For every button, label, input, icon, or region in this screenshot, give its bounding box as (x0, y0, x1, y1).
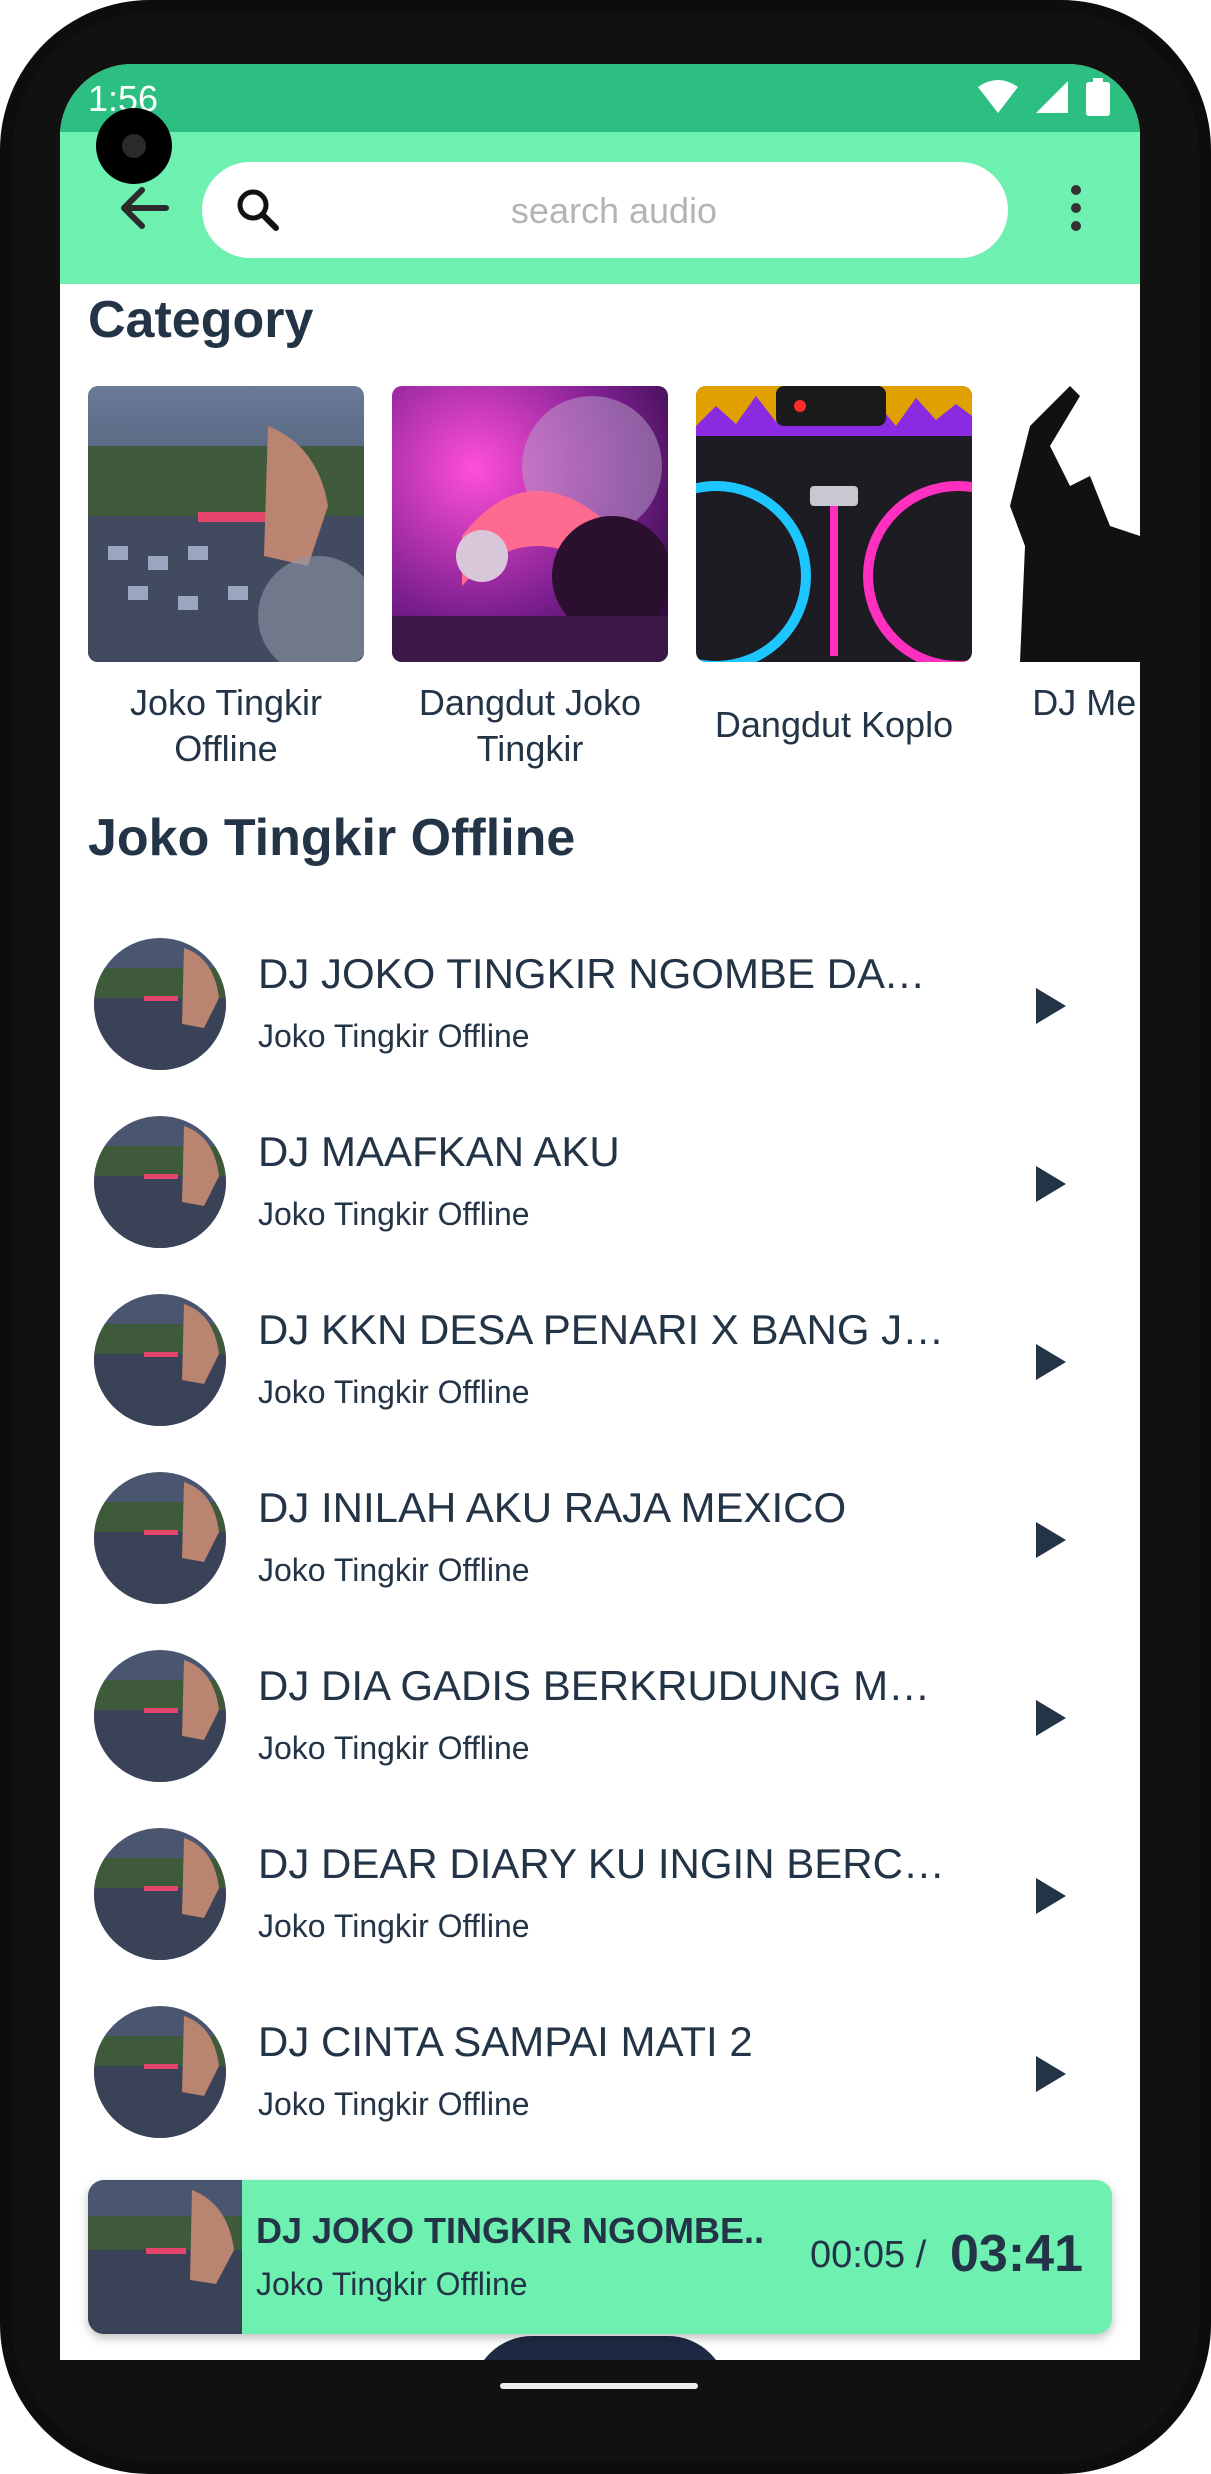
more-vert-icon[interactable] (1056, 176, 1096, 240)
app-screen: 1:56 Category (60, 64, 1140, 2360)
song-row[interactable]: DJ JOKO TINGKIR NGOMBE DAWET Joko Tingki… (60, 918, 1140, 1096)
category-label: Dangdut Joko Tingkir (418, 682, 642, 769)
song-thumbnail (94, 2006, 226, 2138)
app-bar (60, 132, 1140, 284)
category-image (392, 386, 668, 662)
play-icon[interactable] (1020, 1334, 1076, 1390)
song-thumbnail (94, 1472, 226, 1604)
mini-player-thumbnail (88, 2180, 242, 2334)
song-row[interactable]: DJ DIA GADIS BERKRUDUNG MER... Joko Ting… (60, 1630, 1140, 1808)
category-image (1000, 386, 1140, 662)
play-icon[interactable] (1020, 2046, 1076, 2102)
song-title: DJ INILAH AKU RAJA MEXICO (258, 1484, 847, 1531)
song-artist: Joko Tingkir Offline (258, 1018, 530, 1054)
song-title: DJ DIA GADIS BERKRUDUNG MER... (258, 1662, 958, 1709)
back-arrow-icon[interactable] (112, 176, 176, 240)
song-artist: Joko Tingkir Offline (258, 1552, 530, 1588)
song-artist: Joko Tingkir Offline (258, 1374, 530, 1410)
mini-player-total-time: 03:41 (950, 2225, 1083, 2283)
song-artist: Joko Tingkir Offline (258, 2086, 530, 2122)
song-artist: Joko Tingkir Offline (258, 1908, 530, 1944)
front-camera (96, 108, 172, 184)
song-artist: Joko Tingkir Offline (258, 1196, 530, 1232)
status-bar: 1:56 (60, 64, 1140, 132)
mini-player-artist: Joko Tingkir Offline (256, 2266, 528, 2302)
song-row[interactable]: DJ MAAFKAN AKU Joko Tingkir Offline (60, 1096, 1140, 1274)
search-input[interactable] (302, 180, 926, 242)
song-title: DJ DEAR DIARY KU INGIN BERCER... (258, 1840, 958, 1887)
category-title: Category (88, 291, 314, 349)
category-label: Dangdut Koplo (714, 704, 954, 745)
search-bar[interactable] (202, 162, 1008, 258)
mini-player-title: DJ JOKO TINGKIR NGOMBE.. (256, 2210, 765, 2251)
category-card-joko-tingkir-offline[interactable]: Joko Tingkir Offline (88, 386, 364, 772)
category-card-dangdut-joko-tingkir[interactable]: Dangdut Joko Tingkir (392, 386, 668, 772)
song-title: DJ JOKO TINGKIR NGOMBE DAWET (258, 950, 958, 997)
song-thumbnail (94, 1650, 226, 1782)
song-thumbnail (94, 1116, 226, 1248)
category-list: Joko Tingkir Offline Dangdut Joko Tingki… (88, 386, 1140, 806)
play-icon[interactable] (1020, 1512, 1076, 1568)
song-row[interactable]: DJ KKN DESA PENARI X BANG JO... Joko Tin… (60, 1274, 1140, 1452)
song-thumbnail (94, 1828, 226, 1960)
wifi-icon (978, 80, 1018, 113)
song-row[interactable]: DJ DEAR DIARY KU INGIN BERCER... Joko Ti… (60, 1808, 1140, 1986)
song-title: DJ KKN DESA PENARI X BANG JO... (258, 1306, 958, 1353)
category-label: Joko Tingkir Offline (129, 682, 323, 769)
category-image (88, 386, 364, 662)
play-icon[interactable] (1020, 978, 1076, 1034)
song-row[interactable]: DJ CINTA SAMPAI MATI 2 Joko Tingkir Offl… (60, 1986, 1140, 2164)
fab-peek (472, 2336, 728, 2360)
status-icons (978, 78, 1110, 116)
mini-player-current-time: 00:05 / (810, 2234, 927, 2276)
category-card-dj-me-tanpo[interactable]: DJ Me Tanpo (1000, 386, 1140, 726)
category-image (696, 386, 972, 662)
signal-icon (1036, 81, 1068, 113)
song-title: DJ MAAFKAN AKU (258, 1128, 620, 1175)
search-icon (237, 189, 279, 231)
play-icon[interactable] (1020, 1868, 1076, 1924)
category-card-dangdut-koplo[interactable]: Dangdut Koplo (696, 386, 972, 748)
song-title: DJ CINTA SAMPAI MATI 2 (258, 2018, 753, 2065)
battery-icon (1086, 78, 1110, 116)
play-icon[interactable] (1020, 1156, 1076, 1212)
play-icon[interactable] (1020, 1690, 1076, 1746)
category-label: DJ Me Tanpo (1032, 682, 1140, 723)
song-row[interactable]: DJ INILAH AKU RAJA MEXICO Joko Tingkir O… (60, 1452, 1140, 1630)
song-artist: Joko Tingkir Offline (258, 1730, 530, 1766)
playlist-title: Joko Tingkir Offline (88, 809, 576, 867)
mini-player[interactable]: DJ JOKO TINGKIR NGOMBE.. Joko Tingkir Of… (88, 2180, 1112, 2334)
song-thumbnail (94, 1294, 226, 1426)
home-indicator[interactable] (500, 2383, 698, 2389)
song-thumbnail (94, 938, 226, 1070)
